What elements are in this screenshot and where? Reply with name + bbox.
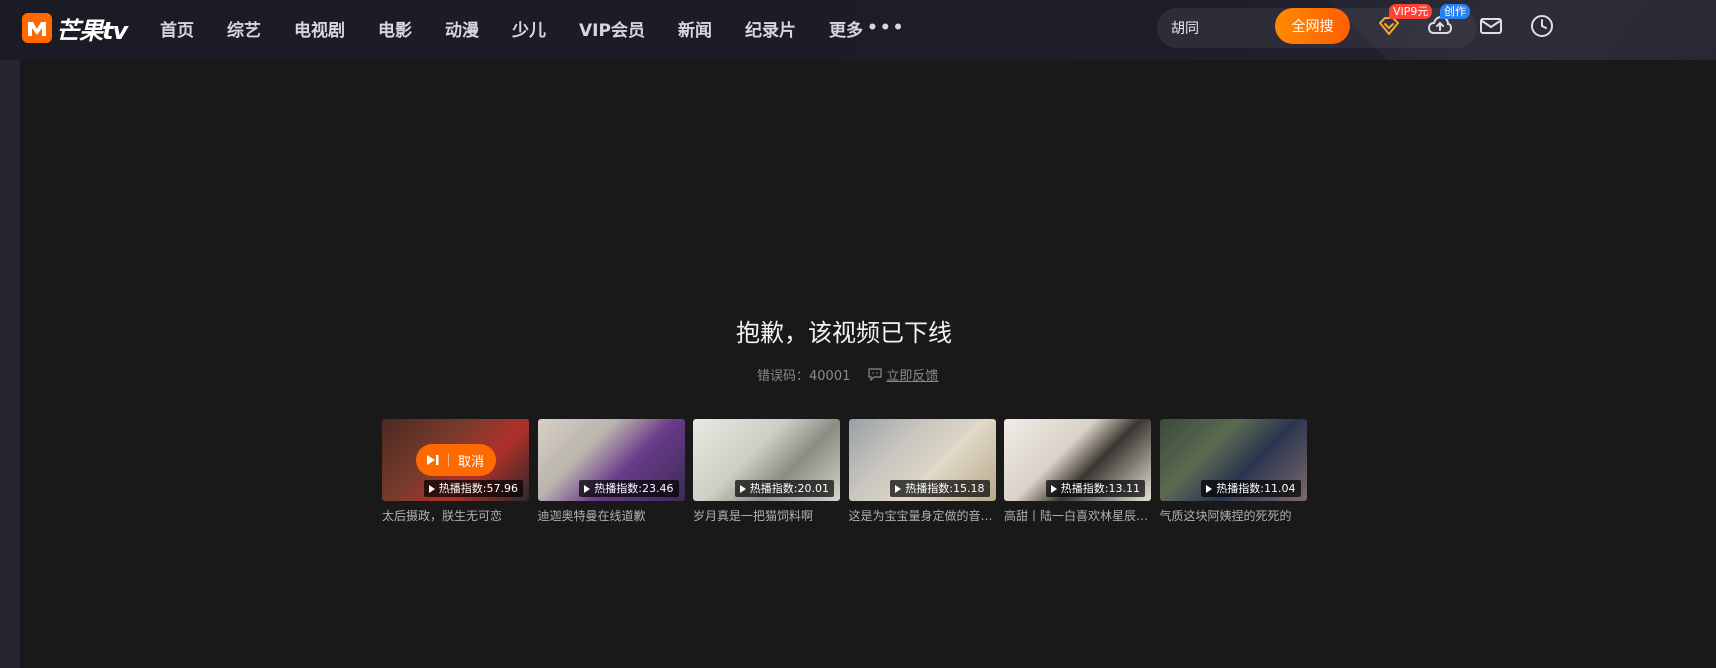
heat-index-badge: 热播指数:13.11 bbox=[1045, 480, 1145, 497]
offline-message-title: 抱歉，该视频已下线 bbox=[736, 319, 952, 347]
video-thumbnail[interactable]: 取消 热播指数:57.96 bbox=[382, 419, 529, 501]
nav-item-vip[interactable]: VIP会员 bbox=[579, 16, 645, 41]
recommendation-list: 取消 热播指数:57.96 太后摄政，朕生无可恋 热播指数:23.46 迪迦奥特… bbox=[382, 419, 1307, 524]
video-thumbnail[interactable]: 热播指数:15.18 bbox=[848, 419, 996, 501]
nav-item-documentary[interactable]: 纪录片 bbox=[745, 16, 796, 41]
feedback-link[interactable]: 立即反馈 bbox=[868, 365, 938, 384]
nav-more-label: 更多 bbox=[828, 20, 863, 41]
search-all-button[interactable]: 全网搜 bbox=[1275, 8, 1350, 44]
video-title[interactable]: 太后摄政，朕生无可恋 bbox=[382, 507, 529, 524]
video-title[interactable]: 这是为宝宝量身定做的音乐么 bbox=[849, 507, 996, 524]
vip-price-badge: VIP9元 bbox=[1389, 4, 1433, 19]
upload-cloud-icon[interactable] bbox=[1426, 12, 1454, 40]
recommendation-card[interactable]: 热播指数:11.04 气质这块阿姨捏的死死的 bbox=[1159, 419, 1307, 524]
heat-index-badge: 热播指数:23.46 bbox=[579, 480, 679, 497]
heat-index-badge: 热播指数:57.96 bbox=[423, 480, 523, 497]
heat-index-badge: 热播指数:20.01 bbox=[734, 480, 834, 497]
vip-diamond-icon[interactable] bbox=[1375, 12, 1403, 40]
left-edge-strip bbox=[0, 60, 20, 668]
autoplay-cancel-button[interactable]: 取消 bbox=[416, 444, 496, 476]
heat-index-text: 热播指数:11.04 bbox=[1216, 482, 1296, 495]
recommendation-card[interactable]: 热播指数:20.01 岁月真是一把猫饲料啊 bbox=[693, 419, 840, 524]
video-thumbnail[interactable]: 热播指数:23.46 bbox=[537, 419, 685, 501]
nav-item-home[interactable]: 首页 bbox=[160, 16, 194, 41]
play-icon bbox=[739, 484, 746, 493]
more-dots-icon: ••• bbox=[866, 18, 906, 38]
feedback-label: 立即反馈 bbox=[886, 368, 939, 384]
mango-tv-logo[interactable]: 芒果tv bbox=[22, 12, 128, 45]
play-icon bbox=[428, 484, 435, 493]
nav-item-anime[interactable]: 动漫 bbox=[445, 16, 479, 41]
create-badge: 创作 bbox=[1440, 4, 1470, 19]
heat-index-text: 热播指数:13.11 bbox=[1060, 482, 1140, 495]
nav-item-kids[interactable]: 少儿 bbox=[512, 16, 546, 41]
nav-item-movies[interactable]: 电影 bbox=[378, 16, 412, 41]
heat-index-text: 热播指数:20.01 bbox=[749, 482, 829, 495]
nav-item-more[interactable]: 更多 ••• bbox=[829, 16, 906, 41]
video-title[interactable]: 高甜丨陆一白喜欢林星辰时… bbox=[1004, 507, 1151, 524]
nav-item-tv-series[interactable]: 电视剧 bbox=[294, 16, 345, 41]
video-title[interactable]: 岁月真是一把猫饲料啊 bbox=[693, 507, 840, 524]
heat-index-text: 热播指数:57.96 bbox=[438, 482, 518, 495]
nav-item-news[interactable]: 新闻 bbox=[678, 16, 712, 41]
play-icon bbox=[584, 484, 591, 493]
play-icon bbox=[895, 484, 902, 493]
heat-index-text: 热播指数:15.18 bbox=[905, 482, 985, 495]
logo-text: 芒果tv bbox=[56, 16, 128, 45]
play-icon bbox=[1050, 484, 1057, 493]
video-thumbnail[interactable]: 热播指数:11.04 bbox=[1159, 419, 1307, 501]
recommendation-card[interactable]: 取消 热播指数:57.96 太后摄政，朕生无可恋 bbox=[382, 419, 529, 524]
mail-icon[interactable] bbox=[1477, 12, 1505, 40]
recommendation-card[interactable]: 热播指数:13.11 高甜丨陆一白喜欢林星辰时… bbox=[1004, 419, 1151, 524]
cancel-label: 取消 bbox=[458, 454, 485, 470]
main-nav: 首页 综艺 电视剧 电影 动漫 少儿 VIP会员 新闻 纪录片 更多 ••• bbox=[160, 0, 939, 56]
heat-index-badge: 热播指数:15.18 bbox=[890, 480, 990, 497]
recommendation-card[interactable]: 热播指数:15.18 这是为宝宝量身定做的音乐么 bbox=[848, 419, 996, 524]
history-clock-icon[interactable] bbox=[1528, 12, 1556, 40]
video-title[interactable]: 气质这块阿姨捏的死死的 bbox=[1160, 507, 1307, 524]
logo-mark-icon bbox=[22, 13, 52, 43]
heat-index-badge: 热播指数:11.04 bbox=[1201, 480, 1301, 497]
nav-item-variety[interactable]: 综艺 bbox=[227, 16, 261, 41]
feedback-chat-icon bbox=[868, 367, 882, 381]
error-code: 错误码：40001 bbox=[757, 368, 851, 384]
heat-index-text: 热播指数:23.46 bbox=[594, 482, 674, 495]
error-info: 错误码：40001 立即反馈 bbox=[757, 365, 938, 384]
video-thumbnail[interactable]: 热播指数:13.11 bbox=[1004, 419, 1151, 501]
video-thumbnail[interactable]: 热播指数:20.01 bbox=[693, 419, 840, 501]
play-icon bbox=[1206, 484, 1213, 493]
recommendation-card[interactable]: 热播指数:23.46 迪迦奥特曼在线道歉 bbox=[537, 419, 685, 524]
top-navigation-bar: 芒果tv 首页 综艺 电视剧 电影 动漫 少儿 VIP会员 新闻 纪录片 更多 … bbox=[0, 0, 1716, 60]
pill-divider bbox=[448, 453, 449, 467]
play-next-icon bbox=[426, 454, 440, 466]
video-title[interactable]: 迪迦奥特曼在线道歉 bbox=[538, 507, 685, 524]
